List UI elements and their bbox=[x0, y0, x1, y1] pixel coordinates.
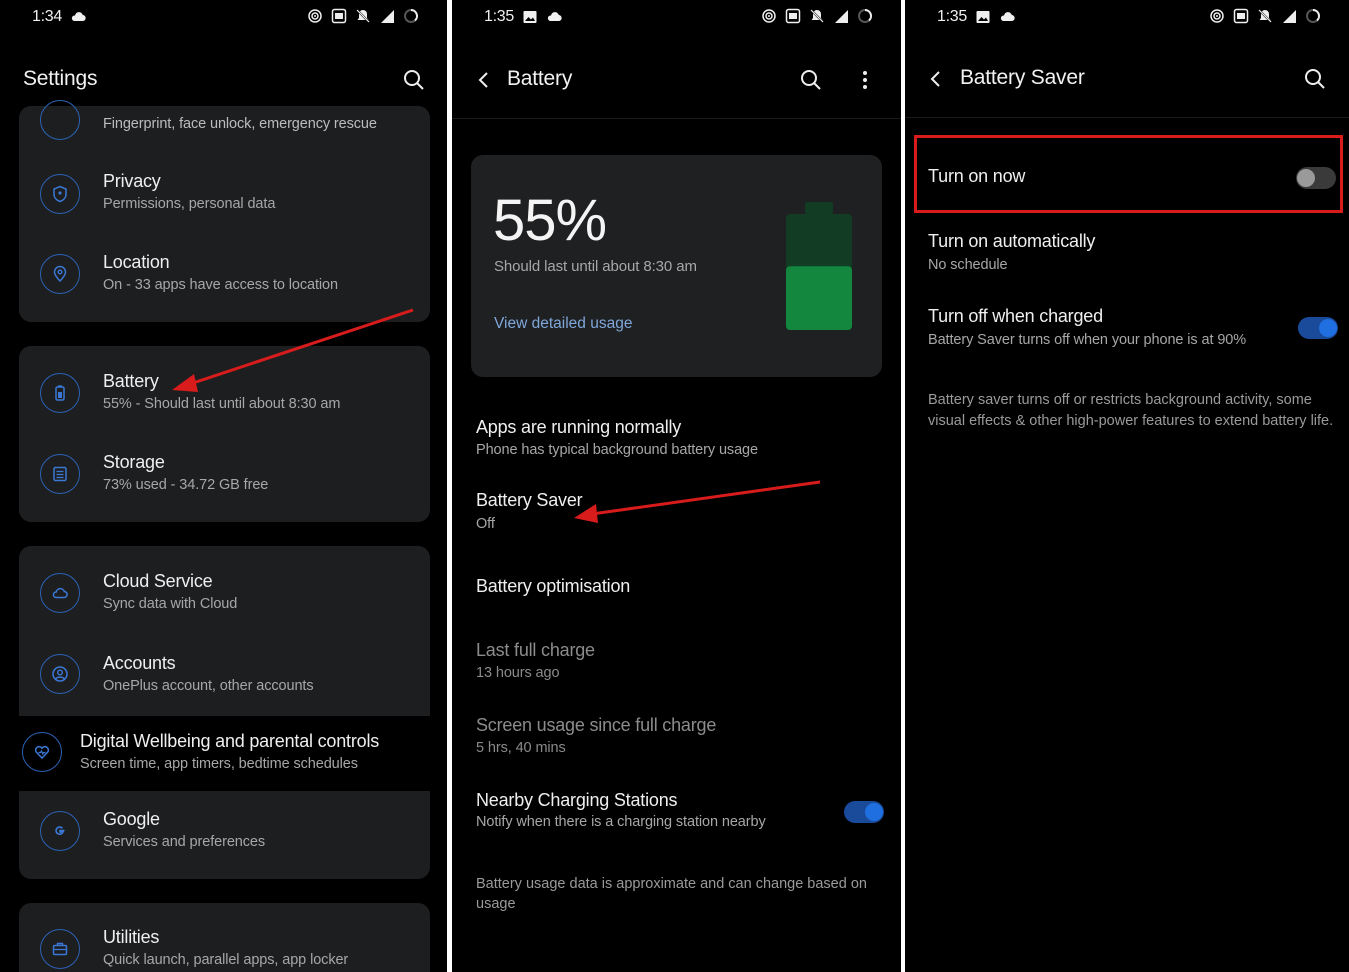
turn-off-when-charged-title: Turn off when charged bbox=[928, 306, 1103, 326]
cloud-status-icon bbox=[1000, 12, 1015, 22]
status-bar: 1:35 bbox=[905, 0, 1349, 34]
volte-icon bbox=[1233, 8, 1249, 24]
annotation-highlight-box bbox=[914, 135, 1343, 213]
signal-icon bbox=[1283, 10, 1296, 23]
settings-screen: 1:34 Settings Fingerprint, face unlock, … bbox=[0, 0, 447, 972]
turn-on-automatically-title: Turn on automatically bbox=[928, 231, 1096, 251]
battery-saver-screen: 1:35 Battery Saver Turn on now Turn on a… bbox=[905, 0, 1349, 972]
page-title: Battery Saver bbox=[960, 66, 1085, 89]
battery-status-icon bbox=[1306, 8, 1321, 23]
turn-off-when-charged-subtitle: Battery Saver turns off when your phone … bbox=[928, 332, 1247, 348]
mute-icon bbox=[1258, 9, 1272, 23]
image-icon bbox=[976, 11, 990, 23]
search-icon[interactable] bbox=[1303, 67, 1327, 91]
battery-saver-description: Battery saver turns off or restricts bac… bbox=[928, 392, 1334, 429]
hotspot-icon bbox=[1210, 9, 1224, 23]
annotation-arrow bbox=[172, 308, 414, 392]
turn-off-when-charged-toggle[interactable] bbox=[1298, 317, 1338, 339]
battery-screen: 1:35 Battery 55% Should last until about… bbox=[452, 0, 901, 972]
turn-on-automatically-subtitle: No schedule bbox=[928, 257, 1008, 273]
status-time: 1:35 bbox=[937, 8, 967, 25]
back-arrow-icon[interactable] bbox=[924, 67, 948, 91]
annotation-arrow bbox=[574, 480, 821, 523]
